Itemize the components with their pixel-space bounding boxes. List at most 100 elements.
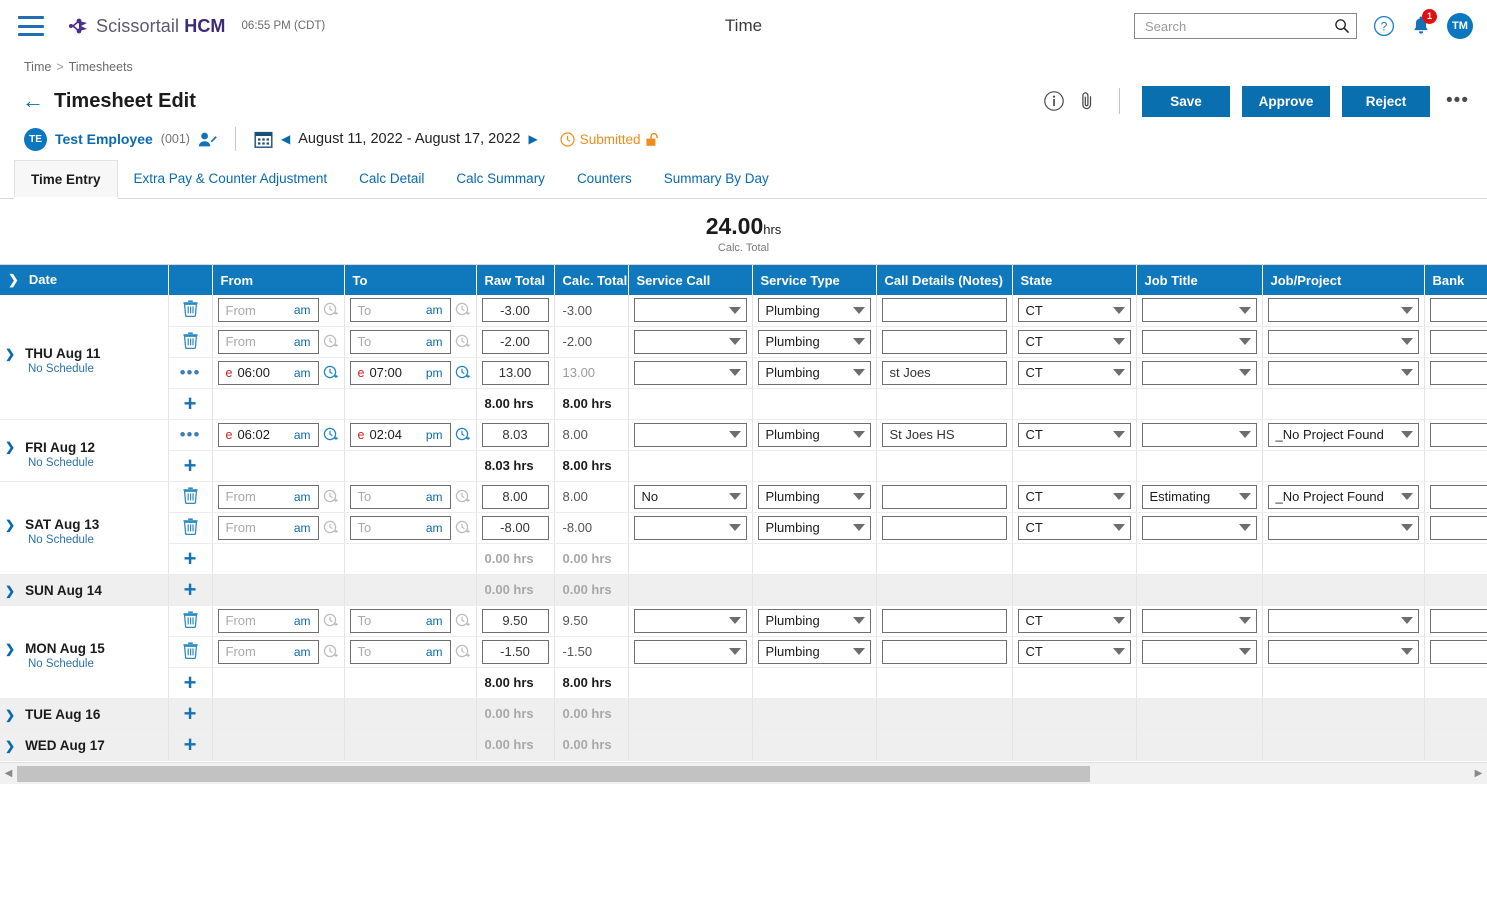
to-0-2-input[interactable]: e 07:00 pm — [349, 360, 451, 385]
from-0-0-time-picker-icon[interactable] — [323, 302, 339, 318]
state-cell[interactable]: CT — [1012, 636, 1137, 668]
column-header-job-project[interactable]: Job/Project — [1262, 265, 1425, 295]
add-row-cell[interactable]: + — [168, 698, 213, 730]
day-cell[interactable]: ❯ SUN Aug 14 — [0, 574, 169, 606]
call-details-cell[interactable] — [876, 636, 1013, 668]
job-title-select-1-0[interactable] — [1141, 422, 1257, 447]
job-project-cell[interactable] — [1262, 357, 1425, 389]
service-call-select-4-0[interactable] — [633, 608, 747, 633]
from-4-0-input[interactable]: From am — [217, 608, 319, 633]
to-1-0-time-picker-icon[interactable] — [455, 427, 471, 443]
day-cell[interactable]: ❯ WED Aug 17 — [0, 729, 169, 761]
table-row[interactable]: From am To am -1.50 -1.50 Plumbing CT — [0, 636, 1487, 668]
to-4-0-time-picker-icon[interactable] — [455, 613, 471, 629]
row-action-cell[interactable] — [168, 326, 213, 358]
service-call-select-0-0[interactable] — [633, 298, 747, 323]
user-edit-icon[interactable] — [198, 131, 217, 148]
job-project-select-4-1[interactable] — [1267, 639, 1419, 664]
service-call-select-1-0[interactable] — [633, 422, 747, 447]
notifications-icon[interactable]: 1 — [1411, 8, 1437, 37]
collapse-day-icon[interactable]: ❯ — [5, 518, 15, 532]
service-call-cell[interactable] — [628, 605, 753, 637]
call-details-cell[interactable] — [876, 295, 1013, 327]
add-row-button[interactable]: + — [184, 546, 197, 571]
next-period-button[interactable]: ▶ — [528, 132, 537, 146]
bank-input-4-1[interactable] — [1429, 639, 1487, 664]
job-title-cell[interactable] — [1136, 636, 1263, 668]
column-header-state[interactable]: State — [1012, 265, 1137, 295]
to-0-2-time-picker-icon[interactable] — [455, 365, 471, 381]
from-2-1-time-picker-icon[interactable] — [323, 520, 339, 536]
service-call-cell[interactable] — [628, 419, 753, 451]
job-title-cell[interactable] — [1136, 512, 1263, 544]
column-header-call-details[interactable]: Call Details (Notes) — [876, 265, 1013, 295]
day-cell[interactable]: ❯ MON Aug 15 No Schedule — [0, 605, 169, 699]
bank-cell[interactable] — [1424, 326, 1487, 358]
state-cell[interactable]: CT — [1012, 326, 1137, 358]
brand-logo[interactable]: Scissortail HCM — [68, 16, 226, 37]
bank-input-0-0[interactable] — [1429, 298, 1487, 323]
day-cell[interactable]: ❯ THU Aug 11 No Schedule — [0, 295, 169, 420]
service-call-select-0-2[interactable] — [633, 360, 747, 385]
to-cell[interactable]: e 07:00 pm — [344, 357, 477, 389]
job-title-cell[interactable] — [1136, 357, 1263, 389]
scrollbar-thumb[interactable] — [17, 765, 1090, 782]
save-button[interactable]: Save — [1142, 85, 1231, 117]
raw-total-0-0[interactable]: -3.00 — [481, 298, 549, 323]
state-select-2-0[interactable]: CT — [1017, 484, 1131, 509]
search-input[interactable] — [1143, 17, 1334, 35]
state-cell[interactable]: CT — [1012, 605, 1137, 637]
from-0-1-input[interactable]: From am — [217, 329, 319, 354]
job-project-select-2-0[interactable]: _No Project Found — [1267, 484, 1419, 509]
call-details-input-0-2[interactable]: st Joes — [881, 360, 1007, 385]
service-type-cell[interactable]: Plumbing — [752, 357, 877, 389]
job-title-select-0-1[interactable] — [1141, 329, 1257, 354]
from-2-1-input[interactable]: From am — [217, 515, 319, 540]
call-details-cell[interactable] — [876, 605, 1013, 637]
raw-total-cell[interactable]: -1.50 — [476, 636, 555, 668]
job-project-cell[interactable] — [1262, 636, 1425, 668]
to-cell[interactable]: To am — [344, 512, 477, 544]
raw-total-cell[interactable]: -3.00 — [476, 295, 555, 327]
bank-input-2-0[interactable] — [1429, 484, 1487, 509]
job-title-select-2-0[interactable]: Estimating — [1141, 484, 1257, 509]
job-project-cell[interactable] — [1262, 295, 1425, 327]
from-2-0-input[interactable]: From am — [217, 484, 319, 509]
to-cell[interactable]: To am — [344, 605, 477, 637]
bank-cell[interactable] — [1424, 636, 1487, 668]
table-row[interactable]: ❯ SUN Aug 14 +0.00 hrs 0.00 hrs — [0, 574, 1487, 606]
column-header-from[interactable]: From — [212, 265, 345, 295]
service-type-select-2-1[interactable]: Plumbing — [757, 515, 871, 540]
expand-day-icon[interactable]: ❯ — [5, 708, 15, 722]
state-select-2-1[interactable]: CT — [1017, 515, 1131, 540]
search-box[interactable] — [1134, 13, 1357, 39]
table-row[interactable]: From am To am -2.00 -2.00 Plumbing CT — [0, 326, 1487, 358]
service-type-cell[interactable]: Plumbing — [752, 605, 877, 637]
add-row-button[interactable]: + — [184, 670, 197, 695]
call-details-cell[interactable] — [876, 512, 1013, 544]
hamburger-icon[interactable] — [18, 16, 44, 36]
call-details-input-1-0[interactable]: St Joes HS — [881, 422, 1007, 447]
job-title-cell[interactable] — [1136, 326, 1263, 358]
service-call-cell[interactable] — [628, 357, 753, 389]
raw-total-cell[interactable]: 13.00 — [476, 357, 555, 389]
raw-total-2-0[interactable]: 8.00 — [481, 484, 549, 509]
call-details-cell[interactable]: St Joes HS — [876, 419, 1013, 451]
collapse-day-icon[interactable]: ❯ — [5, 642, 15, 656]
day-cell[interactable]: ❯ FRI Aug 12 No Schedule — [0, 419, 169, 482]
column-header-service-call[interactable]: Service Call — [628, 265, 753, 295]
scrollbar-track[interactable] — [17, 765, 1470, 782]
scroll-right-arrow[interactable]: ▶ — [1470, 768, 1487, 779]
to-2-1-time-picker-icon[interactable] — [455, 520, 471, 536]
add-row-cell[interactable]: + — [168, 450, 213, 482]
job-title-cell[interactable]: Estimating — [1136, 481, 1263, 513]
raw-total-cell[interactable]: 9.50 — [476, 605, 555, 637]
tab-counters[interactable]: Counters — [561, 160, 648, 198]
from-cell[interactable]: e 06:02 am — [212, 419, 345, 451]
from-2-0-time-picker-icon[interactable] — [323, 489, 339, 505]
from-0-2-input[interactable]: e 06:00 am — [217, 360, 319, 385]
add-row-button[interactable]: + — [184, 732, 197, 757]
to-4-1-input[interactable]: To am — [349, 639, 451, 664]
calendar-icon[interactable] — [254, 130, 273, 149]
service-call-select-2-0[interactable]: No — [633, 484, 747, 509]
